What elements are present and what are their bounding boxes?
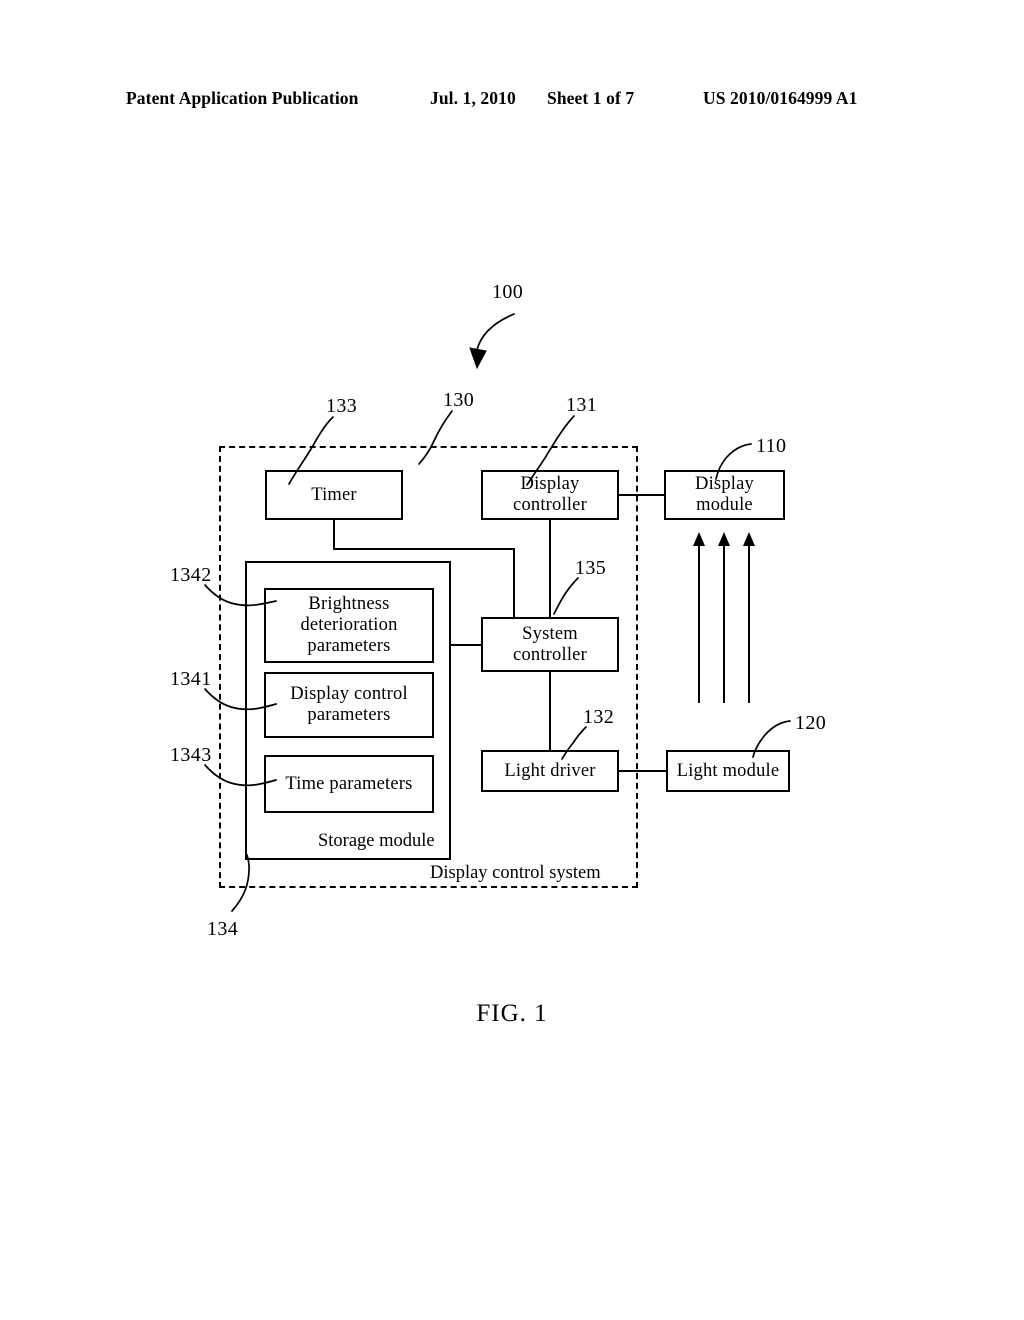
block-system-controller-label: System controller <box>513 623 587 665</box>
ref-1341: 1341 <box>170 668 212 690</box>
block-display-module[interactable]: Display module <box>664 470 785 520</box>
line-syscrl-to-lightdrv <box>549 671 552 751</box>
line-timer-to-syscrl <box>513 548 516 618</box>
figure-1-diagram: Display control system Storage module Ti… <box>0 0 1024 1320</box>
display-control-system-label: Display control system <box>430 863 601 883</box>
block-display-control-parameters-label: Display control parameters <box>290 684 408 725</box>
ref-133: 133 <box>326 395 358 417</box>
storage-module-label: Storage module <box>318 831 435 851</box>
block-brightness-deterioration-parameters[interactable]: Brightness deterioration parameters <box>264 588 434 663</box>
block-display-controller[interactable]: Display controller <box>481 470 619 520</box>
figure-caption: FIG. 1 <box>476 1000 548 1027</box>
light-ray-arrow-1 <box>698 543 701 703</box>
ref-132: 132 <box>583 706 615 728</box>
light-ray-arrow-2 <box>723 543 726 703</box>
block-display-control-parameters[interactable]: Display control parameters <box>264 672 434 738</box>
line-timer-right <box>333 548 515 551</box>
line-lightdrv-to-lightmod <box>618 770 667 773</box>
system-pointer-arrowhead <box>469 347 487 370</box>
ref-135: 135 <box>575 557 607 579</box>
ref-1343: 1343 <box>170 744 212 766</box>
light-ray-arrow-3 <box>748 543 751 703</box>
block-light-module[interactable]: Light module <box>666 750 790 792</box>
block-display-controller-label: Display controller <box>513 474 587 515</box>
line-dispcrl-to-dispmod <box>618 494 665 497</box>
ref-120: 120 <box>795 712 827 734</box>
block-system-controller[interactable]: System controller <box>481 617 619 672</box>
line-dispcrl-to-syscrl <box>549 520 552 618</box>
block-time-parameters[interactable]: Time parameters <box>264 755 434 813</box>
line-storage-to-syscrl <box>449 644 483 647</box>
ref-110: 110 <box>756 435 787 457</box>
ref-134: 134 <box>207 918 239 940</box>
line-timer-down <box>333 520 336 550</box>
block-timer[interactable]: Timer <box>265 470 403 520</box>
block-light-module-label: Light module <box>676 760 780 781</box>
block-brightness-deterioration-parameters-label: Brightness deterioration parameters <box>300 594 398 656</box>
block-time-parameters-label: Time parameters <box>285 773 413 794</box>
ref-1342: 1342 <box>170 564 212 586</box>
block-timer-label: Timer <box>311 484 357 505</box>
block-display-module-label: Display module <box>695 474 754 515</box>
block-light-driver-label: Light driver <box>504 760 596 781</box>
ref-131: 131 <box>566 394 598 416</box>
ref-130: 130 <box>443 389 475 411</box>
block-light-driver[interactable]: Light driver <box>481 750 619 792</box>
ref-100: 100 <box>492 281 524 303</box>
